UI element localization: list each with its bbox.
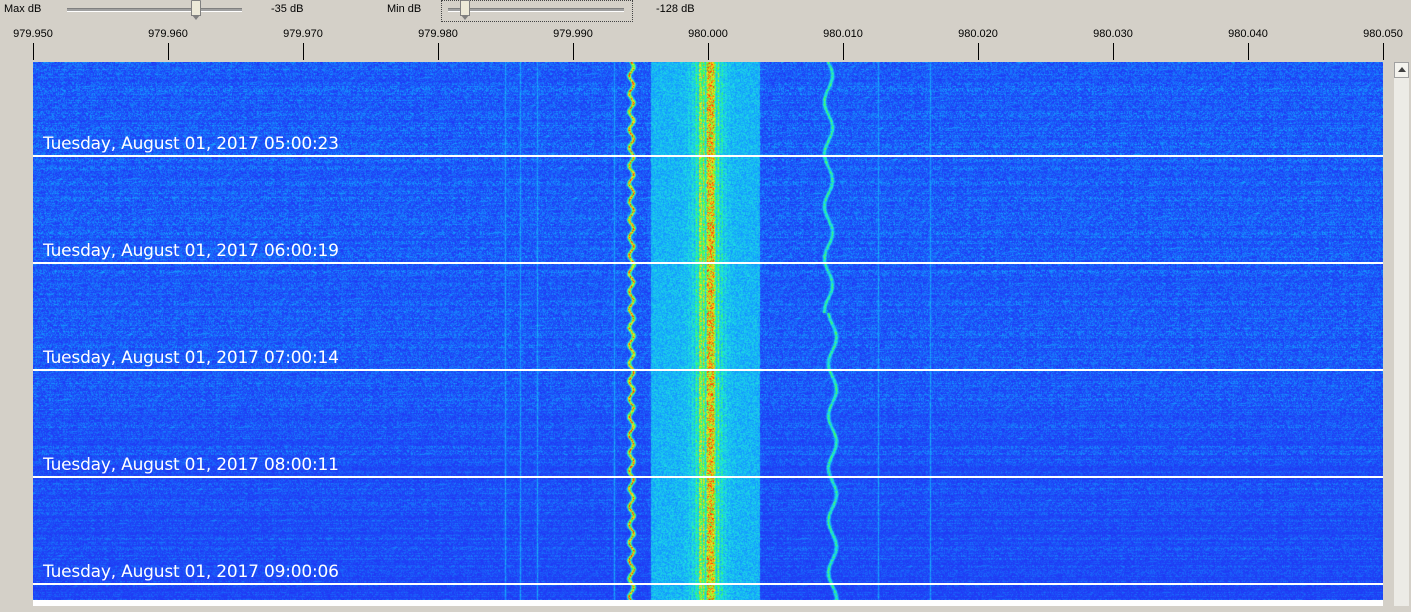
axis-tick-mark — [1383, 43, 1384, 60]
min-db-slider[interactable] — [448, 0, 624, 20]
axis-tick-mark — [33, 43, 34, 60]
min-db-slider-track — [448, 8, 624, 12]
axis-tick-label: 980.000 — [688, 28, 728, 40]
max-db-value: -35 dB — [271, 3, 304, 15]
axis-tick-label: 979.980 — [418, 28, 458, 40]
axis-tick-mark — [708, 43, 709, 60]
axis-tick-mark — [438, 43, 439, 60]
axis-tick-mark — [1248, 43, 1249, 60]
max-db-slider-thumb[interactable] — [191, 0, 201, 20]
axis-tick-mark — [1113, 43, 1114, 60]
max-db-slider[interactable] — [67, 0, 242, 20]
axis-tick-mark — [978, 43, 979, 60]
waterfall-spectrogram[interactable] — [33, 62, 1383, 600]
axis-tick-label: 979.960 — [148, 28, 188, 40]
frequency-axis: 979.950 979.960 979.970 979.980 979.990 980.0… — [0, 28, 1411, 62]
axis-tick-mark — [303, 43, 304, 60]
axis-tick-label: 980.020 — [958, 28, 998, 40]
max-db-label: Max dB — [4, 3, 42, 15]
axis-tick-mark — [843, 43, 844, 60]
waterfall-bottom-strip — [33, 600, 1383, 606]
min-db-value: -128 dB — [656, 3, 695, 15]
axis-tick-label: 979.990 — [553, 28, 593, 40]
max-db-slider-track — [67, 8, 242, 12]
vertical-scrollbar[interactable] — [1394, 62, 1409, 606]
axis-tick-label: 980.050 — [1363, 28, 1403, 40]
axis-tick-label: 979.950 — [13, 28, 53, 40]
axis-tick-label: 979.970 — [283, 28, 323, 40]
min-db-label: Min dB — [387, 3, 422, 15]
axis-tick-mark — [573, 43, 574, 60]
scroll-up-icon[interactable] — [1394, 62, 1409, 78]
axis-tick-mark — [168, 43, 169, 60]
min-db-slider-thumb[interactable] — [460, 0, 470, 20]
axis-tick-label: 980.040 — [1228, 28, 1268, 40]
axis-tick-label: 980.010 — [823, 28, 863, 40]
axis-tick-label: 980.030 — [1093, 28, 1133, 40]
